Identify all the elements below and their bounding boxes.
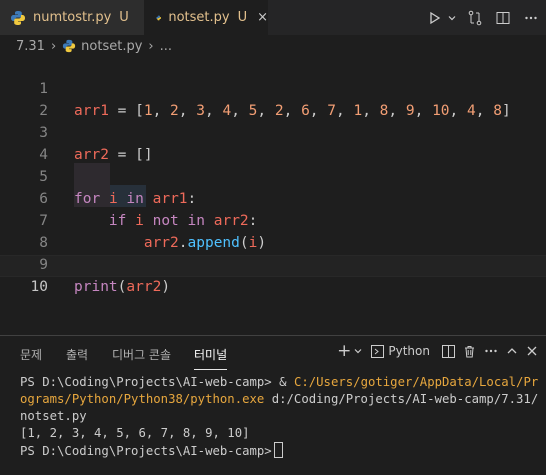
trash-icon[interactable]: [463, 345, 476, 358]
terminal-output[interactable]: PS D:\Coding\Projects\AI-web-camp> & C:/…: [20, 374, 540, 460]
untracked-badge: U: [119, 10, 129, 25]
editor-actions: [424, 0, 546, 35]
more-actions-icon[interactable]: [520, 7, 542, 29]
bottom-panel: 문제 출력 디버그 콘솔 터미널 + Python PS D:\Coding\P…: [0, 335, 546, 475]
code-line: 3 arr2 = []: [0, 100, 546, 163]
terminal-prompt-line: PS D:\Coding\Projects\AI-web-camp>: [20, 442, 540, 460]
code-line: 5 for i in arr1:: [0, 144, 546, 207]
code-line: 9 print(arr2): [0, 232, 546, 295]
chevron-up-icon[interactable]: [506, 345, 518, 357]
chevron-right-icon: ›: [50, 38, 57, 54]
tab-debug-console[interactable]: 디버그 콘솔: [112, 346, 171, 363]
tab-output[interactable]: 출력: [66, 346, 88, 363]
split-terminal-icon[interactable]: [442, 344, 455, 358]
code-editor[interactable]: 1 arr1 = [1, 2, 3, 4, 5, 2, 6, 7, 1, 8, …: [0, 57, 546, 335]
terminal-icon: [371, 344, 385, 358]
tab-notset[interactable]: notset.py U ×: [144, 0, 268, 35]
tab-label: numtostr.py: [33, 10, 112, 25]
code-line: 4: [0, 122, 546, 163]
terminal-shell-label[interactable]: Python: [388, 344, 430, 358]
panel-tabs: 문제 출력 디버그 콘솔 터미널 + Python: [0, 336, 546, 372]
python-file-icon: [11, 10, 25, 25]
chevron-right-icon: ›: [148, 38, 154, 54]
more-actions-icon[interactable]: [484, 344, 498, 358]
untracked-badge: U: [237, 10, 248, 25]
code-line: 6 if i not in arr2:: [0, 166, 546, 229]
breadcrumb: 7.31 › notset.py › ...: [0, 35, 546, 57]
tab-problems[interactable]: 문제: [20, 346, 42, 363]
close-icon[interactable]: ×: [257, 10, 268, 25]
breadcrumb-symbols[interactable]: ...: [160, 39, 172, 54]
code-line: 7 arr2.append(i): [0, 188, 546, 251]
editor-tab-bar: numtostr.py U notset.py U ×: [0, 0, 546, 35]
program-output: [1, 2, 3, 4, 5, 6, 7, 8, 9, 10]: [20, 426, 250, 440]
python-file-icon: [63, 39, 76, 53]
terminal-command-line: PS D:\Coding\Projects\AI-web-camp> & C:/…: [20, 374, 540, 425]
terminal-prompt: PS D:\Coding\Projects\AI-web-camp> &: [20, 375, 294, 389]
terminal-cursor: [273, 442, 283, 458]
python-file-icon: [156, 15, 161, 20]
run-icon[interactable]: [424, 7, 446, 29]
line-number: 10: [30, 279, 48, 295]
tab-label: notset.py: [168, 10, 230, 25]
code-line: 1 arr1 = [1, 2, 3, 4, 5, 2, 6, 7, 1, 8, …: [0, 56, 546, 119]
new-terminal-icon[interactable]: +: [337, 343, 351, 360]
chevron-down-icon[interactable]: [353, 346, 363, 356]
code-line: 2: [0, 78, 546, 119]
close-icon[interactable]: [526, 345, 538, 357]
tab-numtostr[interactable]: numtostr.py U: [0, 0, 144, 35]
code-line: 8: [0, 210, 546, 251]
terminal-prompt: PS D:\Coding\Projects\AI-web-camp>: [20, 444, 272, 458]
panel-actions: + Python: [329, 343, 538, 360]
split-editor-icon[interactable]: [492, 7, 514, 29]
breadcrumb-file[interactable]: notset.py: [81, 39, 142, 54]
chevron-down-icon[interactable]: [446, 7, 458, 29]
breadcrumb-folder[interactable]: 7.31: [16, 39, 45, 54]
code-line: 10: [0, 254, 546, 295]
compare-changes-icon[interactable]: [464, 7, 486, 29]
code-text: print(arr2): [74, 279, 171, 295]
tab-terminal[interactable]: 터미널: [194, 346, 228, 370]
